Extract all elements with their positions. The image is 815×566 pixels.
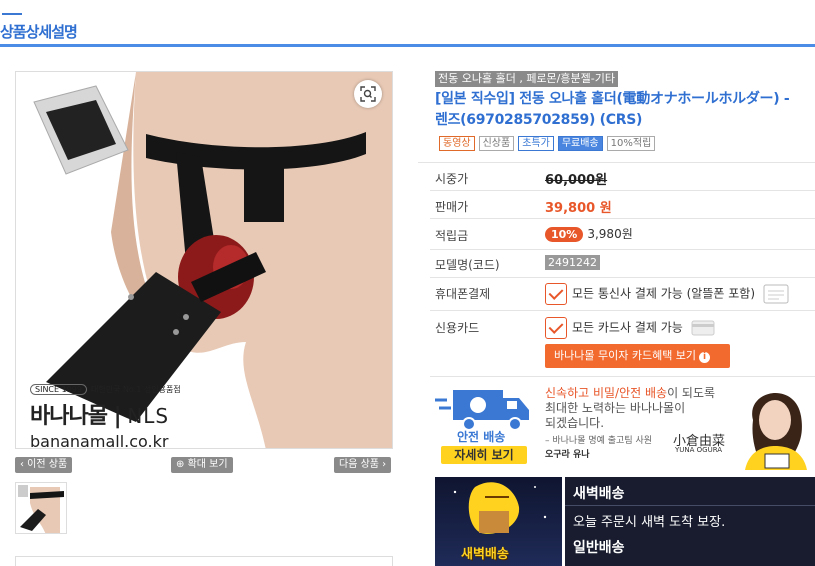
safe-shipping-label: 안전 배송 [457, 430, 506, 444]
next-product-button[interactable]: 다음 상품 › [334, 457, 392, 473]
dawn-mascot-label: 새벽배송 [461, 547, 509, 562]
badge-list: 동영상 신상품 초특가 무료배송 10%적립 [439, 136, 656, 151]
divider [430, 376, 815, 377]
dawn-title: 새벽배송 [573, 486, 625, 502]
truck-icon [435, 390, 529, 431]
safe-shipping-banner[interactable]: 안전 배송 자세히 보기 신속하고 비밀/안전 배송이 되도록 최대한 노력하는… [435, 378, 815, 470]
divider [430, 218, 815, 219]
credit-card-icon [691, 320, 715, 336]
dawn-delivery-mascot[interactable]: 새벽배송 [435, 477, 562, 566]
card-benefit-label: 바나나몰 무이자 카드혜택 보기 [554, 349, 697, 362]
mobile-pay-text: 모든 통신사 결제 가능 (알뜰폰 포함) [572, 286, 755, 301]
brand-logo: 바나나몰 | NLS [30, 404, 170, 429]
brand-logo-text: 바나나몰 [30, 404, 108, 429]
quote-name: 오구라 유나 [545, 450, 590, 460]
mobile-pay-label: 휴대폰결제 [435, 287, 491, 301]
model-code-wrap: 2491242 [545, 255, 600, 270]
card-pay-row: 모든 카드사 결제 가능 [545, 317, 715, 339]
sale-price-label: 판매가 [435, 200, 469, 214]
badge-video: 동영상 [439, 136, 475, 151]
divider [430, 249, 815, 250]
brand-since: SINCE 1999 [30, 384, 87, 395]
mobile-pay-row: 모든 통신사 결제 가능 (알뜰폰 포함) [545, 283, 789, 305]
sale-price: 39,800 원 [545, 201, 612, 216]
list-price-label: 시중가 [435, 172, 469, 186]
brand-site: bananamall.co.kr [30, 432, 169, 449]
product-title: [일본 직수입] 전동 오나홀 홀더(電動オナホールホルダー) - 렌즈(697… [435, 91, 790, 128]
card-pay-check-icon [545, 317, 567, 339]
dawn-desc: 오늘 주문시 새벽 도착 보장. [573, 515, 726, 530]
normal-delivery-title: 일반배송 [573, 540, 625, 556]
card-pay-label: 신용카드 [435, 321, 480, 335]
model-label: 모델명(코드) [435, 258, 500, 272]
prev-product-button[interactable]: ‹ 이전 상품 [15, 457, 73, 473]
shipping-line-2: 최대한 노력하는 바나나몰이 [545, 401, 686, 415]
list-price: 60,000원 [545, 173, 608, 188]
card-pay-text: 모든 카드사 결제 가능 [572, 320, 683, 335]
zoom-view-label: 확대 보기 [187, 459, 228, 470]
info-icon: i [699, 352, 711, 363]
product-main-image[interactable]: SINCE 1999 대한민국 No.1 성인용품점 바나나몰 | NLS ban… [15, 71, 393, 449]
shipping-detail-button[interactable]: 자세히 보기 [441, 446, 527, 464]
dawn-delivery-info: 새벽배송 오늘 주문시 새벽 도착 보장. 일반배송 [565, 477, 815, 566]
mobile-pay-check-icon [545, 283, 567, 305]
divider [430, 277, 815, 278]
section-header: 상품상세설명 [0, 0, 815, 48]
brand-watermark: SINCE 1999 대한민국 No.1 성인용품점 바나나몰 | NLS ban… [30, 377, 181, 449]
divider [430, 310, 815, 311]
category-tag[interactable]: 전동 오나홀 홀더 , 페로몬/흥분젤-기타 [435, 71, 618, 87]
quote-role: – 바나나몰 명예 출고팀 사원 [545, 436, 653, 446]
dawn-divider [565, 505, 815, 506]
badge-special-price: 초특가 [518, 136, 554, 151]
points-percent: 10% [545, 227, 584, 242]
badge-new: 신상품 [478, 136, 515, 151]
badge-points: 10%적립 [606, 136, 656, 151]
header-tick [2, 13, 22, 15]
thumbnail-photo [16, 483, 66, 533]
divider [418, 162, 815, 163]
extra-image-box [15, 556, 393, 566]
shipping-line-1: 신속하고 비밀/안전 배송이 되도록 [545, 386, 715, 401]
zoom-icon[interactable] [354, 80, 382, 108]
points-value-group: 10% 3,980원 [545, 225, 633, 242]
shipping-message: 신속하고 비밀/안전 배송이 되도록 최대한 노력하는 바나나몰이 되겠습니다. [545, 386, 715, 431]
product-thumbnail[interactable] [15, 482, 67, 534]
divider [430, 190, 815, 191]
shipping-line-3: 되겠습니다. [545, 416, 605, 430]
points-value: 3,980원 [587, 227, 633, 241]
card-benefit-button[interactable]: 바나나몰 무이자 카드혜택 보기 i [545, 344, 730, 368]
signature-sub: YUNA OGURA [675, 446, 723, 454]
staff-photo [735, 380, 815, 470]
shipping-quote: – 바나나몰 명예 출고팀 사원 오구라 유나 [545, 434, 652, 462]
header-rule [0, 44, 815, 47]
brand-tagline: 대한민국 No.1 성인용품점 [90, 385, 181, 394]
shipping-line-1-rest: 이 되도록 [667, 386, 716, 400]
zoom-view-button[interactable]: ⊕ 확대 보기 [171, 457, 233, 473]
receipt-icon [763, 284, 789, 304]
brand-logo-sub: NLS [127, 404, 170, 428]
section-title: 상품상세설명 [0, 23, 78, 41]
points-label: 적립금 [435, 229, 469, 243]
model-code: 2491242 [545, 255, 600, 270]
badge-free-shipping: 무료배송 [557, 136, 603, 151]
shipping-highlight: 신속하고 비밀/안전 배송 [545, 386, 668, 400]
